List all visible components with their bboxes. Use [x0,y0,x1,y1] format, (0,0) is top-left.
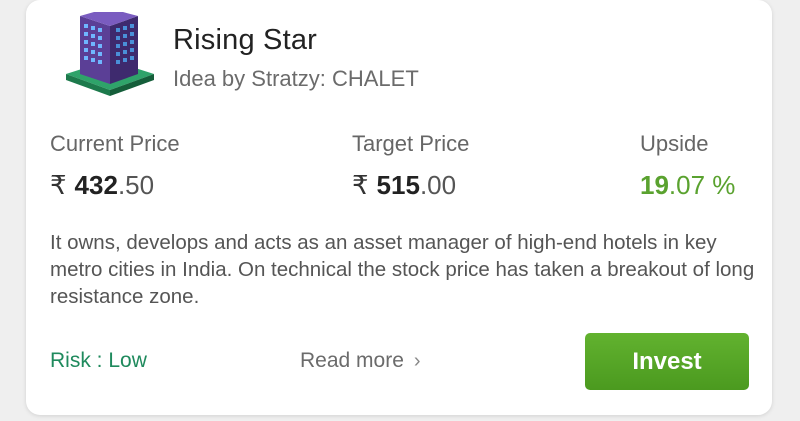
upside-decimal: .07 % [668,170,736,200]
target-price-integer: 515 [376,170,420,200]
read-more-link[interactable]: Read more › [300,349,421,373]
current-price-value: ₹432.50 [50,170,154,201]
target-price-label: Target Price [352,131,470,156]
idea-title: Rising Star [173,24,318,56]
current-price-integer: 432 [74,170,118,200]
target-price-value: ₹515.00 [352,170,456,201]
idea-subtitle: Idea by Stratzy: CHALET [173,66,419,91]
upside-label: Upside [640,131,709,156]
stock-idea-card[interactable]: Rising Star Idea by Stratzy: CHALET Curr… [26,0,772,415]
upside-value: 19.07 % [640,170,735,201]
chevron-right-icon: › [413,350,421,372]
risk-label: Risk : Low [50,349,147,372]
read-more-label: Read more [300,349,404,372]
target-price-decimal: .00 [419,170,457,200]
rupee-symbol: ₹ [50,170,67,200]
upside-integer: 19 [640,170,669,200]
idea-description: It owns, develops and acts as an asset m… [50,231,755,308]
current-price-decimal: .50 [117,170,155,200]
invest-button[interactable]: Invest [585,333,749,390]
rupee-symbol: ₹ [352,170,369,200]
current-price-label: Current Price [50,131,180,156]
hotel-building-icon [66,8,156,104]
